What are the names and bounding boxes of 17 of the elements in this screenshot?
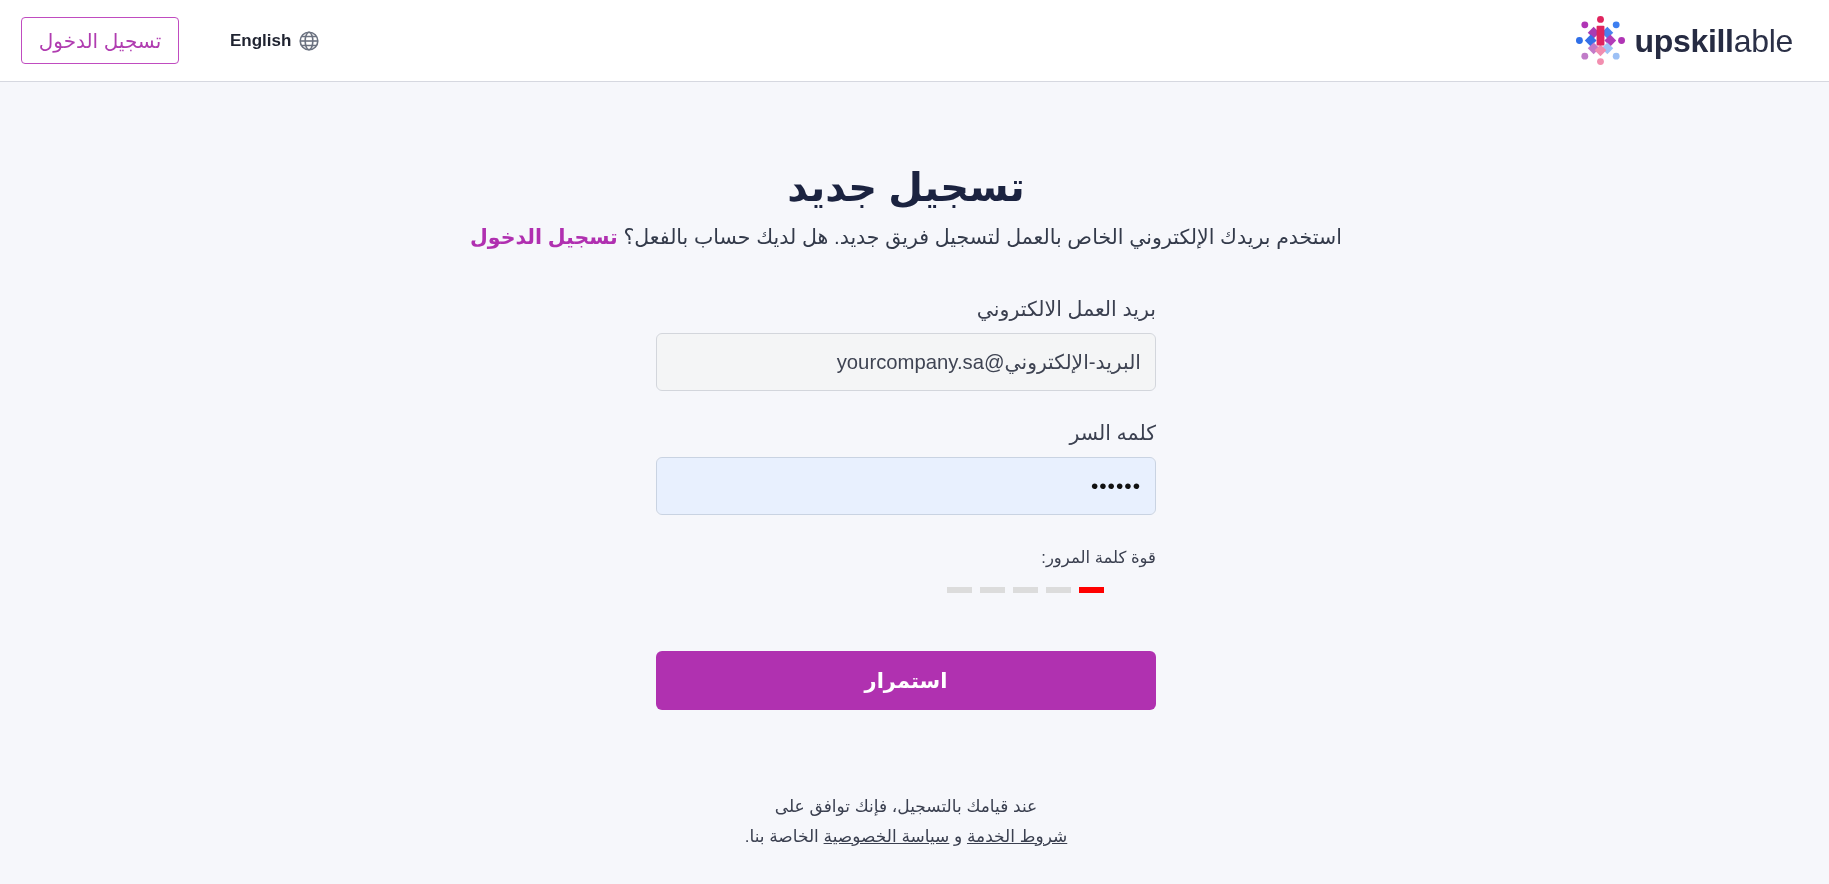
field-label: بريد العمل الالكتروني bbox=[975, 296, 1156, 323]
globe-icon bbox=[299, 30, 320, 51]
login-button[interactable]: تسجيل الدخول bbox=[21, 17, 179, 64]
terms-of-service-link[interactable]: شروط الخدمة bbox=[966, 827, 1068, 846]
field-label: كلمه السر bbox=[1067, 420, 1156, 447]
language-link[interactable]: English bbox=[230, 23, 320, 58]
logo-icon bbox=[1576, 16, 1626, 65]
terms-text: عند قيامك بالتسجيل، فإنك توافق على شروط الخدمة و سياسة الخصوصية الخاصة بنا. bbox=[744, 796, 1068, 848]
password-field[interactable]: •••••• bbox=[656, 457, 1156, 515]
privacy-policy-link[interactable]: سياسة الخصوصية bbox=[823, 827, 950, 846]
subtitle-text: استخدم بريدك الإلكتروني الخاص بالعمل لتسجيل فريق جديد. هل لديك حساب بالفعل؟ تسجيل الدخول bbox=[470, 224, 1342, 251]
continue-button[interactable]: استمرار bbox=[656, 651, 1156, 710]
login-link[interactable]: تسجيل الدخول bbox=[470, 225, 618, 248]
logo-text: upskillable bbox=[1634, 24, 1793, 57]
email-field[interactable]: البريد-الإلكتروني@yourcompany.sa bbox=[656, 333, 1156, 391]
page-title: تسجيل جديد bbox=[787, 164, 1025, 211]
strength-label: قوة كلمة المرور: bbox=[1040, 547, 1156, 569]
